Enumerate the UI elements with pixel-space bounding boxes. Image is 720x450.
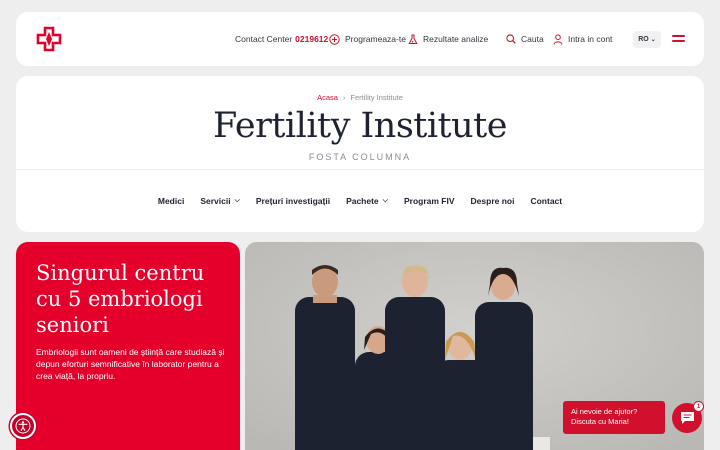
menu-item-contact[interactable]: Contact xyxy=(530,196,562,206)
accessibility-button[interactable] xyxy=(10,413,36,439)
promo-card: Singurul centru cu 5 embriologi seniori … xyxy=(16,242,240,450)
menu-item-label: Pachete xyxy=(346,196,379,206)
page-title: Fertility Institute xyxy=(213,106,507,146)
menu-item-label: Program FIV xyxy=(403,196,455,206)
breadcrumb: Acasa › Fertility Institute xyxy=(16,93,704,102)
menu-item-label: Prețuri investigații xyxy=(255,196,331,206)
top-navbar: Contact Center 0219612 Programeaza-te Re… xyxy=(16,12,704,66)
menu-item-program-fiv[interactable]: Program FIV xyxy=(404,196,455,206)
user-icon xyxy=(553,33,563,45)
chevron-down-icon: ⌄ xyxy=(650,37,656,43)
chat-prompt-line2: Discuta cu Maria! xyxy=(571,417,629,426)
menu-item-despre-noi[interactable]: Despre noi xyxy=(471,196,515,206)
menu-item-preturi[interactable]: Prețuri investigații xyxy=(256,196,330,206)
language-label: RO xyxy=(638,36,649,43)
flask-icon xyxy=(408,34,418,44)
schedule-link[interactable]: Programeaza-te xyxy=(329,12,406,66)
page-subtitle: FOSTA COLUMNA xyxy=(308,152,412,162)
hamburger-icon[interactable] xyxy=(672,35,685,43)
chevron-down-icon: ⌵ xyxy=(382,197,388,204)
search-label: Cauta xyxy=(521,34,544,44)
login-link[interactable]: Intra in cont xyxy=(553,12,612,66)
breadcrumb-current: Fertility Institute xyxy=(350,93,403,102)
menu-item-medici[interactable]: Medici xyxy=(158,196,184,206)
breadcrumb-home[interactable]: Acasa xyxy=(317,93,338,102)
language-selector[interactable]: RO ⌄ xyxy=(633,31,661,48)
page-header-card: Acasa › Fertility Institute Fertility Inst… xyxy=(16,76,704,232)
menu-item-label: Servicii xyxy=(200,196,231,206)
chat-notification-badge: 1 xyxy=(693,401,704,412)
results-link[interactable]: Rezultate analize xyxy=(408,12,488,66)
menu-item-servicii[interactable]: Servicii ⌵ xyxy=(200,196,240,206)
search-link[interactable]: Cauta xyxy=(506,12,544,66)
search-icon xyxy=(506,34,516,44)
menu-item-label: Medici xyxy=(157,196,185,206)
chat-prompt-line1: Ai nevoie de ajutor? xyxy=(571,407,638,416)
menu-item-label: Contact xyxy=(530,196,563,206)
chat-icon xyxy=(680,412,694,424)
contact-center-label: Contact Center xyxy=(235,34,293,44)
logo-cross-icon[interactable] xyxy=(36,26,62,52)
promo-text: Embriologii sunt oameni de știință care … xyxy=(36,347,225,381)
chat-prompt[interactable]: Ai nevoie de ajutor? Discuta cu Maria! xyxy=(563,401,665,434)
contact-center-number[interactable]: 0219612 xyxy=(295,34,328,44)
accessibility-icon xyxy=(15,418,31,434)
login-label: Intra in cont xyxy=(568,34,613,44)
contact-center[interactable]: Contact Center 0219612 xyxy=(235,12,328,66)
section-menu: Medici Servicii ⌵ Prețuri investigații Pa… xyxy=(16,170,704,232)
calendar-plus-icon xyxy=(329,33,340,45)
menu-item-label: Despre noi xyxy=(470,196,515,206)
promo-title: Singurul centru cu 5 embriologi seniori xyxy=(36,261,205,337)
chevron-down-icon: ⌵ xyxy=(234,197,240,204)
results-label: Rezultate analize xyxy=(423,34,489,44)
breadcrumb-separator: › xyxy=(342,93,346,102)
schedule-label: Programeaza-te xyxy=(345,34,406,44)
menu-item-pachete[interactable]: Pachete ⌵ xyxy=(346,196,388,206)
